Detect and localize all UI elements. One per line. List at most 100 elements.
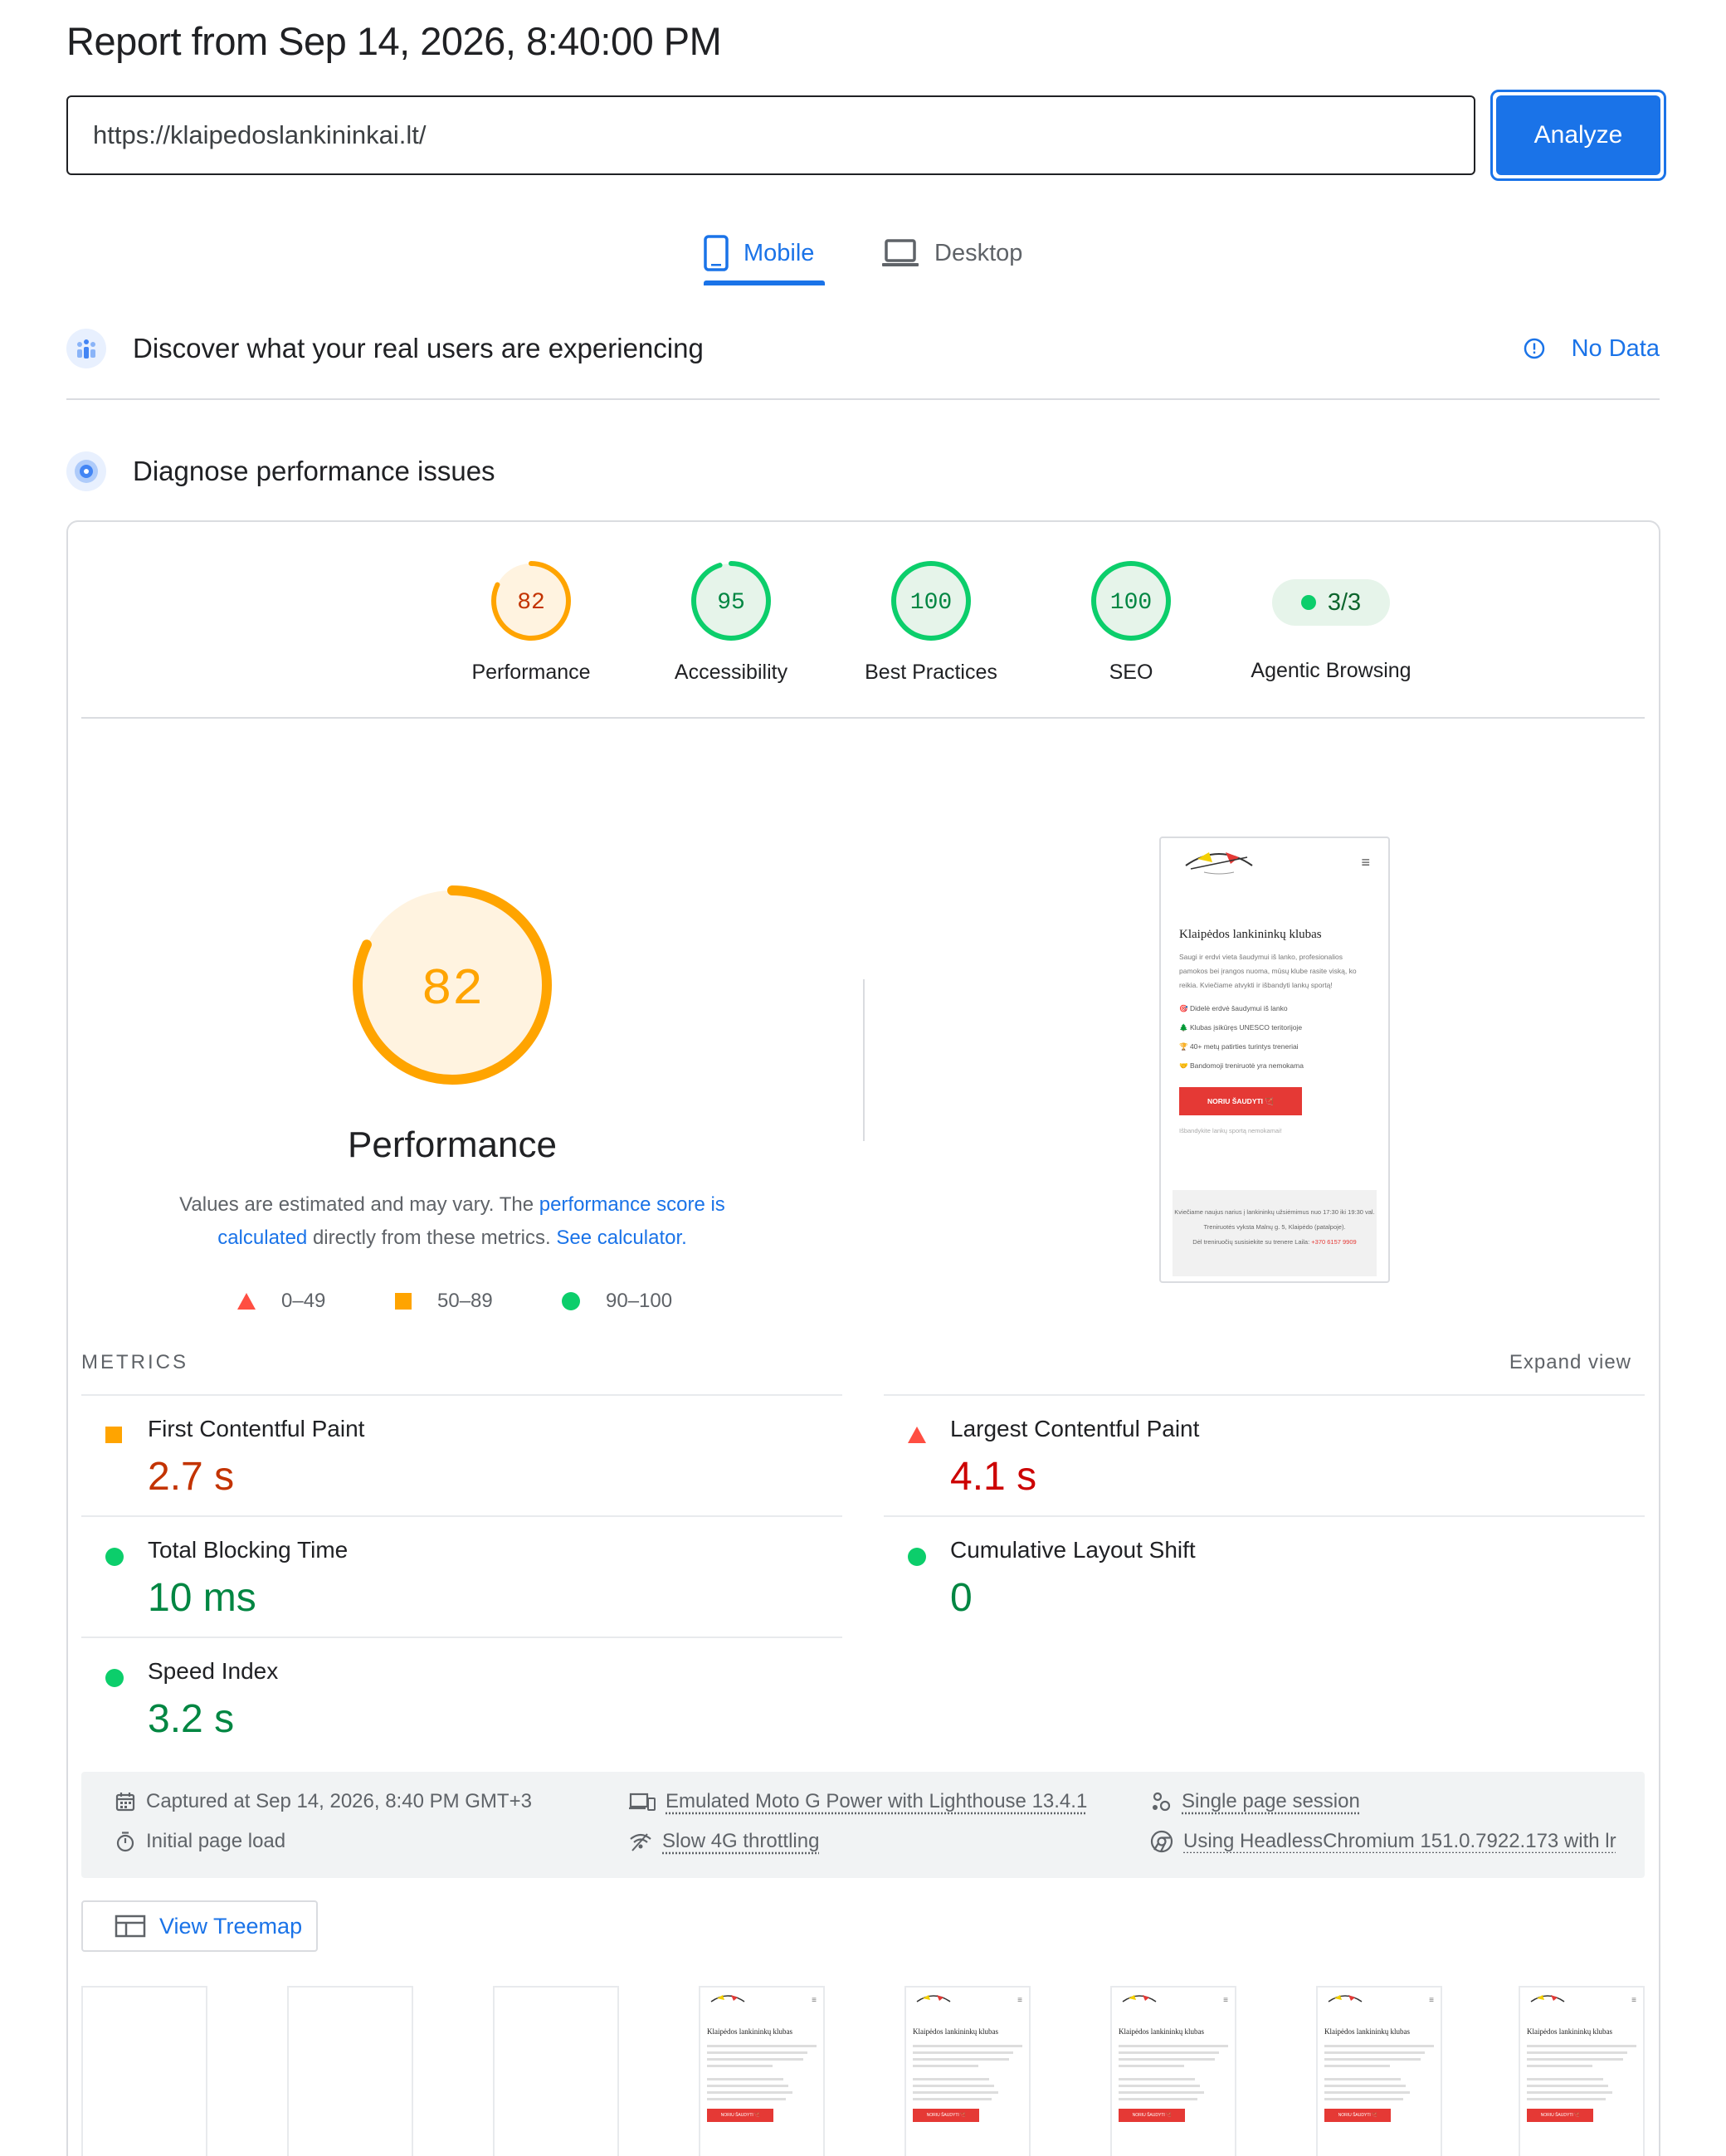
filmstrip-frame-blank	[287, 1986, 413, 2156]
thumb-line	[1527, 2051, 1628, 2054]
thumb-cta: NORIU ŠAUDYTI 🏹	[707, 2109, 773, 2122]
archery-club-logo-icon	[916, 1995, 951, 2002]
thumb-line	[1527, 2098, 1607, 2100]
gauge-accessibility-label: Accessibility	[674, 661, 788, 684]
env-captured-text: Captured at Sep 14, 2026, 8:40 PM GMT+3	[146, 1790, 532, 1812]
env-throttling[interactable]: Slow 4G throttling	[629, 1830, 819, 1853]
tab-desktop[interactable]: Desktop	[881, 224, 1022, 282]
gauge-best-practices-label: Best Practices	[865, 661, 997, 684]
hamburger-menu-icon: ≡	[1223, 1995, 1228, 2005]
gauge-performance-ring: 82	[491, 561, 571, 641]
env-browser[interactable]: Using HeadlessChromium 151.0.7922.173 wi…	[1150, 1830, 1640, 1853]
filmstrip-frame: ≡ Klaipėdos lankininkų klubas NORIU ŠAUDYT…	[904, 1986, 1031, 2156]
thumb-line	[707, 2065, 773, 2067]
score-gauges: 82 Performance 95 Accessibility 100 Best…	[66, 559, 1660, 692]
archery-club-logo-icon	[1530, 1995, 1565, 2002]
thumb-line	[1324, 2051, 1426, 2054]
gauge-accessibility[interactable]: 95 Accessibility	[631, 559, 831, 685]
calendar-icon	[115, 1793, 135, 1812]
expand-view-button[interactable]: Expand view	[1509, 1351, 1631, 1374]
site-bullet: 🏆 40+ metų patirties turintys treneriai	[1179, 1042, 1299, 1051]
triangle-fail-icon	[908, 1427, 926, 1443]
site-footer-box: Kviečiame naujus narius į lankininkų užs…	[1173, 1190, 1377, 1276]
thumb-line	[1324, 2078, 1402, 2080]
thumb-line	[913, 2085, 994, 2087]
metric-value: 0	[950, 1576, 973, 1620]
site-bullet: 🎯 Didelė erdvė šaudymui iš lanko	[1179, 1004, 1288, 1012]
thumb-header: ≡	[906, 1988, 1029, 2012]
site-footer-line: Dėl treniruočių susisiekite su trenere L…	[1173, 1235, 1377, 1250]
thumb-line	[913, 2065, 979, 2067]
metrics-heading: METRICS	[81, 1351, 188, 1373]
performance-desc-text-1: Values are estimated and may vary. The	[179, 1193, 539, 1216]
site-footer-line: Treniruotės vyksta Malnų g. 5, Klaipėdo …	[1203, 1223, 1346, 1231]
gauges-divider	[81, 717, 1645, 719]
site-note: Išbandykite lankų sportą nemokamai!	[1179, 1127, 1282, 1134]
performance-desc-text-2: directly from these metrics.	[307, 1227, 557, 1249]
legend-pass-label: 90–100	[606, 1290, 673, 1312]
legend-fail-label: 0–49	[281, 1290, 326, 1312]
env-load: Initial page load	[115, 1830, 285, 1853]
no-data-link[interactable]: No Data	[1524, 335, 1660, 363]
thumb-header: ≡	[1318, 1988, 1441, 2012]
thumb-line	[707, 2058, 804, 2061]
hamburger-menu-icon: ≡	[1017, 1995, 1022, 2005]
metric-value: 10 ms	[148, 1576, 256, 1620]
final-screenshot: ≡ Klaipėdos lankininkų klubas Saugi ir e…	[1159, 837, 1390, 1283]
thumb-header: ≡	[1112, 1988, 1235, 2012]
legend-average-label: 50–89	[437, 1290, 493, 1312]
thumb-line	[1119, 2078, 1196, 2080]
gauge-agentic-browsing[interactable]: 3/3 Agentic Browsing	[1231, 559, 1431, 683]
url-input[interactable]	[66, 95, 1475, 175]
env-device-text: Emulated Moto G Power with Lighthouse 13…	[666, 1790, 1088, 1812]
square-average-icon	[395, 1293, 412, 1310]
env-captured: Captured at Sep 14, 2026, 8:40 PM GMT+3	[115, 1790, 532, 1813]
gauge-accessibility-value: 95	[717, 590, 745, 616]
thumb-text-lines	[700, 2036, 823, 2100]
thumb-line	[913, 2098, 992, 2100]
metric-largest-contentful-paint: Largest Contentful Paint 4.1 s	[884, 1394, 1645, 1515]
thumb-line	[1119, 2098, 1198, 2100]
agentic-pill: 3/3	[1272, 579, 1390, 626]
thumb-line	[1119, 2085, 1200, 2087]
performance-big-gauge: 82	[353, 885, 552, 1085]
env-device[interactable]: Emulated Moto G Power with Lighthouse 13…	[629, 1790, 1087, 1813]
metric-label: First Contentful Paint	[148, 1416, 365, 1441]
gauge-best-practices[interactable]: 100 Best Practices	[831, 559, 1031, 685]
filmstrip-frame: ≡ Klaipėdos lankininkų klubas NORIU ŠAUDYT…	[1316, 1986, 1442, 2156]
see-calculator-link[interactable]: See calculator.	[556, 1227, 686, 1249]
no-data-label: No Data	[1571, 334, 1660, 362]
filmstrip-frame: ≡ Klaipėdos lankininkų klubas NORIU ŠAUDYT…	[1519, 1986, 1645, 2156]
metric-total-blocking-time: Total Blocking Time 10 ms	[81, 1515, 842, 1637]
gauge-seo[interactable]: 100 SEO	[1031, 559, 1231, 685]
env-session[interactable]: Single page session	[1150, 1790, 1360, 1813]
section-divider	[66, 398, 1660, 400]
thumb-heading: Klaipėdos lankininkų klubas	[1119, 2027, 1204, 2036]
analyze-button[interactable]: Analyze	[1490, 90, 1666, 181]
thumb-text-lines	[906, 2036, 1029, 2100]
env-throttling-text: Slow 4G throttling	[662, 1830, 820, 1852]
gauge-performance[interactable]: 82 Performance	[432, 559, 631, 685]
field-data-section: Discover what your real users are experi…	[66, 324, 1660, 373]
thumb-line	[1324, 2085, 1406, 2087]
hamburger-menu-icon: ≡	[1429, 1995, 1434, 2005]
legend-pass: 90–100	[561, 1285, 672, 1318]
thumb-line	[913, 2091, 998, 2094]
thumb-header: ≡	[1520, 1988, 1643, 2012]
runtime-environment: Captured at Sep 14, 2026, 8:40 PM GMT+3 …	[81, 1772, 1645, 1878]
metric-cumulative-layout-shift: Cumulative Layout Shift 0	[884, 1515, 1645, 1637]
active-tab-indicator	[704, 280, 825, 285]
thumb-line	[1527, 2045, 1636, 2047]
thumb-line	[913, 2045, 1022, 2047]
thumb-line	[1119, 2058, 1216, 2061]
users-experience-icon	[66, 329, 106, 368]
metric-value: 2.7 s	[148, 1455, 235, 1499]
report-title: Report from Sep 14, 2026, 8:40:00 PM	[66, 19, 722, 63]
thumb-heading: Klaipėdos lankininkų klubas	[913, 2027, 998, 2036]
thumb-line	[1324, 2045, 1434, 2047]
thumb-line	[707, 2045, 817, 2047]
performance-description: Values are estimated and may vary. The p…	[149, 1188, 755, 1255]
tab-mobile[interactable]: Mobile	[704, 224, 814, 282]
view-treemap-button[interactable]: View Treemap	[81, 1900, 318, 1952]
treemap-icon	[115, 1915, 146, 1938]
